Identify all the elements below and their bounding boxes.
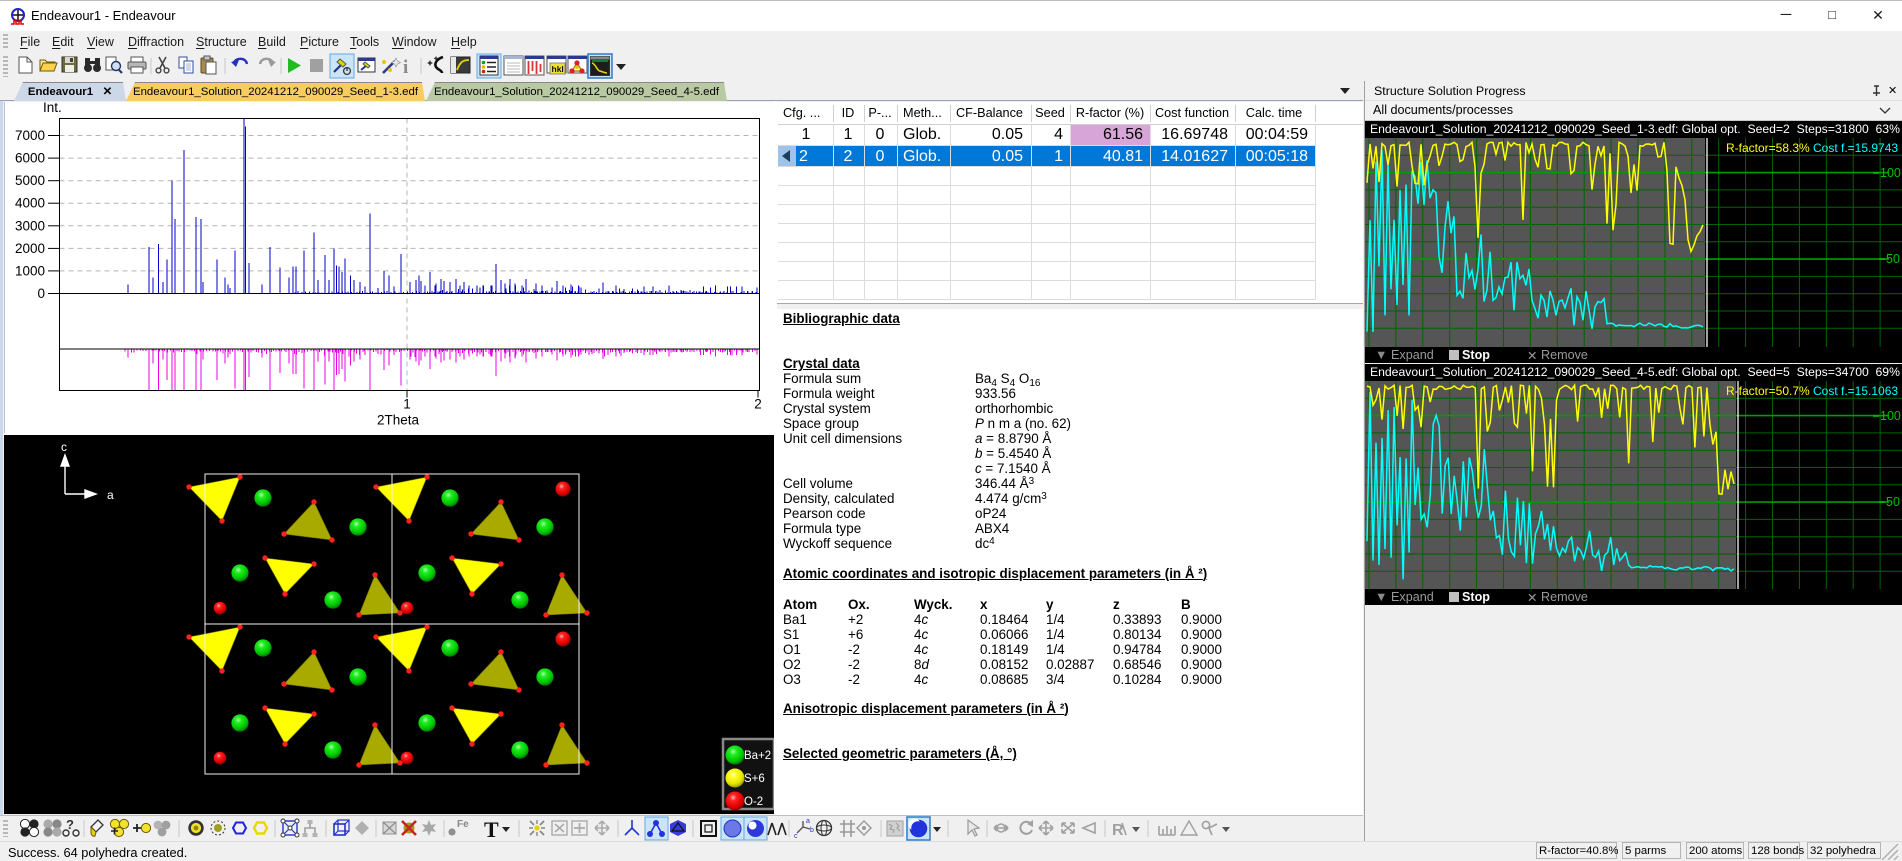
svg-text:i: i: [403, 57, 408, 78]
svg-text:50: 50: [1886, 252, 1900, 266]
svg-text:R-factor=58.3%: R-factor=58.3%: [1726, 141, 1810, 155]
svg-text:5000: 5000: [15, 173, 45, 188]
svg-text:O-2: O-2: [744, 796, 763, 808]
svg-text:7000: 7000: [15, 128, 45, 143]
svg-text:Fe: Fe: [457, 819, 469, 830]
svg-text:a: a: [806, 818, 810, 825]
svg-text:0: 0: [37, 286, 45, 301]
svg-text:6000: 6000: [15, 151, 45, 166]
svg-text:c: c: [794, 833, 798, 840]
svg-text:T: T: [484, 817, 499, 841]
svg-text:2: 2: [754, 397, 762, 412]
svg-text:b: b: [810, 827, 814, 834]
svg-text:100: 100: [1880, 409, 1901, 423]
svg-text:Ba+2: Ba+2: [744, 750, 771, 762]
svg-text:3000: 3000: [15, 218, 45, 233]
svg-text:S+6: S+6: [744, 773, 765, 785]
svg-text:hkl: hkl: [552, 64, 564, 74]
svg-text:Cost f.=15.1063: Cost f.=15.1063: [1813, 384, 1898, 398]
svg-text:2Theta: 2Theta: [377, 413, 420, 428]
svg-text:c: c: [61, 440, 67, 454]
svg-text:Cost f.=15.9743: Cost f.=15.9743: [1813, 141, 1898, 155]
svg-text:100: 100: [1880, 166, 1901, 180]
svg-text:1000: 1000: [15, 263, 45, 278]
svg-text:4000: 4000: [15, 196, 45, 211]
svg-text:1: 1: [403, 397, 411, 412]
svg-text:R-factor=50.7%: R-factor=50.7%: [1726, 384, 1810, 398]
svg-text:2000: 2000: [15, 241, 45, 256]
svg-text:Int.: Int.: [43, 102, 62, 115]
svg-text:a: a: [107, 488, 114, 502]
svg-text:50: 50: [1886, 495, 1900, 509]
